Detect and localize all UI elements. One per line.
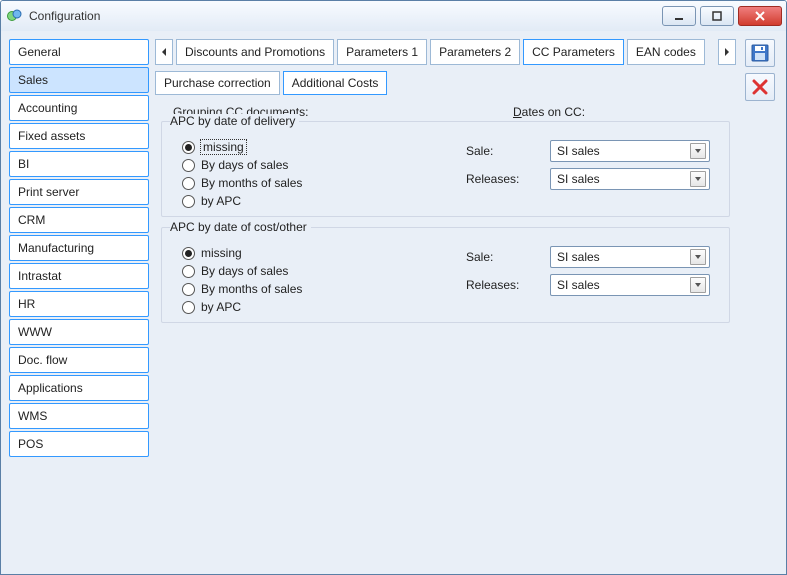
field-label: Sale: — [466, 144, 544, 158]
radio-option[interactable]: by APC — [182, 194, 450, 208]
groupbox-1: APC by date of cost/othermissingBy days … — [161, 227, 730, 323]
dropdown-value: SI sales — [557, 144, 600, 158]
sidebar-item-hr[interactable]: HR — [9, 291, 149, 317]
radio-label: missing — [201, 246, 242, 260]
top-tabs: Discounts and PromotionsParameters 1Para… — [176, 39, 715, 65]
radio-label: By months of sales — [201, 282, 302, 296]
field-label: Sale: — [466, 250, 544, 264]
tabstrip-scroll-right[interactable] — [718, 39, 736, 65]
radio-option[interactable]: by APC — [182, 300, 450, 314]
app-window: Configuration GeneralSalesAccountingFixe… — [0, 0, 787, 575]
sidebar-item-fixed-assets[interactable]: Fixed assets — [9, 123, 149, 149]
sidebar-item-crm[interactable]: CRM — [9, 207, 149, 233]
tab-cc-parameters[interactable]: CC Parameters — [523, 39, 624, 65]
groupbox-legend: APC by date of delivery — [170, 114, 299, 128]
minimize-button[interactable] — [662, 6, 696, 26]
radio-label: by APC — [201, 300, 241, 314]
close-icon — [751, 78, 769, 96]
dropdown-value: SI sales — [557, 172, 600, 186]
chevron-down-icon — [690, 143, 706, 159]
chevron-down-icon — [690, 249, 706, 265]
sidebar-item-pos[interactable]: POS — [9, 431, 149, 457]
right-toolbar — [742, 39, 778, 566]
sidebar-item-accounting[interactable]: Accounting — [9, 95, 149, 121]
radio-icon — [182, 301, 195, 314]
dropdown[interactable]: SI sales — [550, 168, 710, 190]
chevron-down-icon — [690, 277, 706, 293]
tab-parameters-2[interactable]: Parameters 2 — [430, 39, 520, 65]
chevron-right-icon — [723, 47, 731, 57]
sidebar-item-www[interactable]: WWW — [9, 319, 149, 345]
sidebar: GeneralSalesAccountingFixed assetsBIPrin… — [9, 39, 149, 566]
field-label: Releases: — [466, 278, 544, 292]
window-controls — [662, 6, 782, 26]
subtab-additional-costs[interactable]: Additional Costs — [283, 71, 388, 95]
save-icon — [751, 44, 769, 62]
sidebar-item-print-server[interactable]: Print server — [9, 179, 149, 205]
radio-label: By days of sales — [201, 158, 288, 172]
sub-tabstrip: Purchase correctionAdditional Costs — [155, 71, 736, 95]
radio-icon — [182, 141, 195, 154]
app-icon — [7, 8, 23, 24]
tab-ean-codes[interactable]: EAN codes — [627, 39, 705, 65]
tab-discounts-and-promotions[interactable]: Discounts and Promotions — [176, 39, 334, 65]
radio-icon — [182, 159, 195, 172]
subtab-purchase-correction[interactable]: Purchase correction — [155, 71, 280, 95]
cc-parameters-content: Grouping CC documents: Dates on CC: APC … — [155, 101, 736, 566]
sidebar-item-general[interactable]: General — [9, 39, 149, 65]
maximize-button[interactable] — [700, 6, 734, 26]
dropdown[interactable]: SI sales — [550, 140, 710, 162]
sidebar-item-bi[interactable]: BI — [9, 151, 149, 177]
client-area: GeneralSalesAccountingFixed assetsBIPrin… — [1, 31, 786, 574]
radio-icon — [182, 195, 195, 208]
dropdown[interactable]: SI sales — [550, 246, 710, 268]
radio-label: By days of sales — [201, 264, 288, 278]
chevron-down-icon — [690, 171, 706, 187]
main-panel: Discounts and PromotionsParameters 1Para… — [155, 39, 736, 566]
tab-parameters-1[interactable]: Parameters 1 — [337, 39, 427, 65]
radio-icon — [182, 247, 195, 260]
dropdown-value: SI sales — [557, 278, 600, 292]
radio-icon — [182, 265, 195, 278]
radio-icon — [182, 177, 195, 190]
groupbox-legend: APC by date of cost/other — [170, 220, 311, 234]
save-button[interactable] — [745, 39, 775, 67]
close-window-button[interactable] — [738, 6, 782, 26]
radio-option[interactable]: missing — [182, 140, 450, 154]
radio-icon — [182, 283, 195, 296]
radio-option[interactable]: By months of sales — [182, 282, 450, 296]
dismiss-button[interactable] — [745, 73, 775, 101]
window-title: Configuration — [29, 9, 662, 23]
sidebar-item-intrastat[interactable]: Intrastat — [9, 263, 149, 289]
field-label: Releases: — [466, 172, 544, 186]
radio-option[interactable]: By months of sales — [182, 176, 450, 190]
sidebar-item-wms[interactable]: WMS — [9, 403, 149, 429]
dropdown[interactable]: SI sales — [550, 274, 710, 296]
radio-option[interactable]: missing — [182, 246, 450, 260]
radio-option[interactable]: By days of sales — [182, 264, 450, 278]
chevron-left-icon — [160, 47, 168, 57]
dates-header: Dates on CC: — [513, 105, 585, 119]
tabstrip-scroll-left[interactable] — [155, 39, 173, 65]
radio-label: By months of sales — [201, 176, 302, 190]
sidebar-item-doc-flow[interactable]: Doc. flow — [9, 347, 149, 373]
titlebar: Configuration — [1, 1, 786, 31]
sidebar-item-sales[interactable]: Sales — [9, 67, 149, 93]
radio-option[interactable]: By days of sales — [182, 158, 450, 172]
top-tabstrip: Discounts and PromotionsParameters 1Para… — [155, 39, 736, 65]
groupbox-0: APC by date of deliverymissingBy days of… — [161, 121, 730, 217]
radio-label: by APC — [201, 194, 241, 208]
dropdown-value: SI sales — [557, 250, 600, 264]
sidebar-item-manufacturing[interactable]: Manufacturing — [9, 235, 149, 261]
radio-label: missing — [201, 140, 246, 154]
sidebar-item-applications[interactable]: Applications — [9, 375, 149, 401]
